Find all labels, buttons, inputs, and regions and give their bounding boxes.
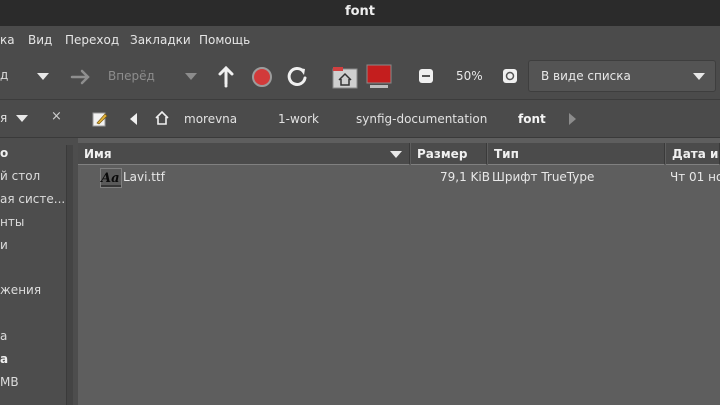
edit-location-icon[interactable] [92, 111, 108, 127]
column-header-size[interactable]: Размер [411, 143, 487, 165]
menu-view[interactable]: Вид [28, 33, 52, 47]
column-header-name-label: Имя [84, 147, 112, 161]
file-date: Чт 01 ноя [670, 170, 720, 184]
forward-arrow-icon[interactable] [70, 66, 94, 88]
zoom-level: 50% [456, 69, 483, 83]
column-header-type[interactable]: Тип [488, 143, 665, 165]
menu-bookmarks[interactable]: Закладки [130, 33, 191, 47]
home-folder-icon[interactable] [332, 64, 358, 90]
column-header-name[interactable]: Имя [78, 143, 410, 165]
stop-icon[interactable] [251, 66, 273, 88]
breadcrumb-back-icon[interactable] [130, 113, 138, 125]
close-sidebar-icon[interactable]: × [51, 109, 62, 124]
sidebar-header-label: я [0, 111, 8, 125]
file-list: Имя Размер Тип Дата из Aa Lavi.ttf 79,1 … [78, 138, 720, 405]
breadcrumb-forward-icon[interactable] [569, 113, 576, 125]
back-dropdown-icon[interactable] [37, 73, 49, 80]
up-arrow-icon[interactable] [215, 65, 237, 89]
sidebar-item-drive[interactable]: МВ [0, 375, 19, 389]
menu-go[interactable]: Переход [65, 33, 119, 47]
breadcrumb-home-icon[interactable] [155, 111, 169, 125]
column-header-date[interactable]: Дата из [666, 143, 720, 165]
menu-bookmarks-partial[interactable]: ка [0, 33, 15, 47]
breadcrumb-morevna[interactable]: morevna [184, 112, 237, 126]
path-bar: я × morevna 1-work synfig-documentation … [0, 100, 720, 138]
view-mode-label: В виде списка [541, 69, 631, 83]
view-mode-chevron-icon [693, 73, 705, 80]
file-name: Lavi.ttf [123, 170, 165, 184]
sidebar-item-home[interactable]: о [0, 146, 8, 160]
sidebar-resize-handle[interactable] [66, 145, 73, 405]
sidebar-item-downloads[interactable]: и [0, 238, 8, 252]
sidebar-item-pictures[interactable]: жения [0, 283, 41, 297]
sidebar-item-filesystem[interactable]: ая систе... [0, 192, 65, 206]
desktop-icon[interactable] [366, 64, 392, 90]
menu-bar: ка Вид Переход Закладки Помощь [0, 26, 720, 54]
font-file-icon: Aa [100, 168, 122, 188]
window-title: font [0, 0, 720, 26]
menu-help[interactable]: Помощь [199, 33, 250, 47]
file-type: Шрифт TrueType [492, 170, 595, 184]
zoom-out-icon[interactable] [418, 68, 434, 84]
sidebar-item-documents[interactable]: нты [0, 215, 24, 229]
breadcrumb-1-work[interactable]: 1-work [278, 112, 319, 126]
back-label-partial[interactable]: д [0, 68, 8, 82]
sidebar-item-video[interactable]: а [0, 329, 7, 343]
sidebar-mode-dropdown-icon[interactable] [16, 115, 28, 122]
breadcrumb-synfig-documentation[interactable]: synfig-documentation [356, 112, 487, 126]
sidebar-item-network[interactable]: а [0, 352, 8, 366]
sort-descending-icon [390, 151, 402, 158]
zoom-in-icon[interactable] [502, 68, 518, 84]
table-row[interactable]: Aa Lavi.ttf 79,1 KiB Шрифт TrueType Чт 0… [78, 166, 720, 190]
svg-text:Aa: Aa [100, 171, 120, 186]
forward-button[interactable]: Вперёд [108, 69, 155, 83]
file-size: 79,1 KiB [440, 170, 490, 184]
forward-dropdown-icon[interactable] [185, 73, 197, 80]
reload-icon[interactable] [286, 65, 308, 87]
breadcrumb-font[interactable]: font [518, 112, 546, 126]
view-mode-select[interactable]: В виде списка [528, 60, 716, 92]
sidebar-item-desktop[interactable]: й стол [0, 169, 40, 183]
